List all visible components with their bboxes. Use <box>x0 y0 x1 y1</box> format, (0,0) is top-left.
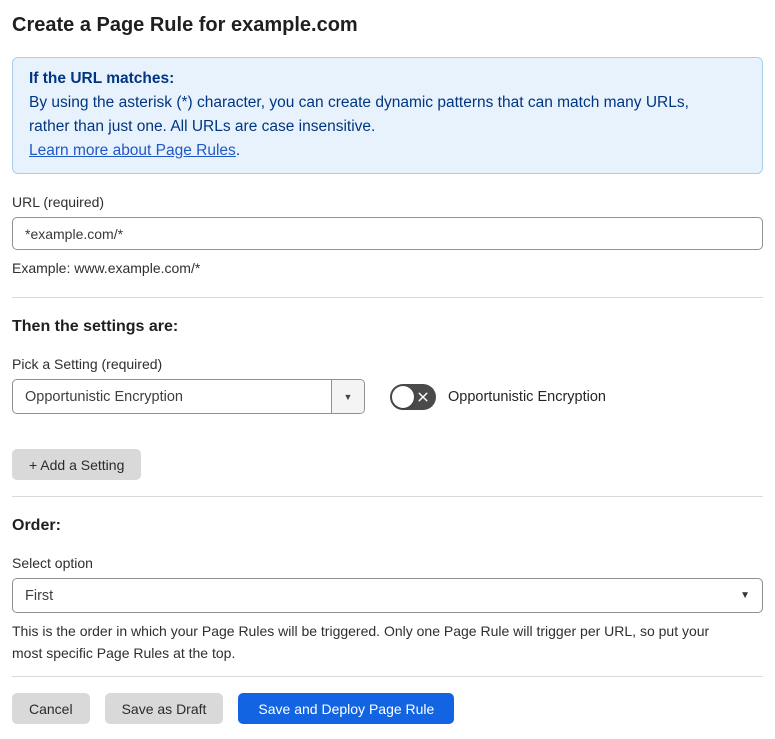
pick-setting-label: Pick a Setting (required) <box>12 356 163 372</box>
order-helper-line: This is the order in which your Page Rul… <box>12 623 710 639</box>
url-matches-info-box: If the URL matches: By using the asteris… <box>12 57 763 174</box>
setting-row: Opportunistic Encryption ▼ Opportunistic… <box>12 379 763 414</box>
url-input[interactable] <box>12 217 763 250</box>
dropdown-arrow-icon[interactable]: ▼ <box>331 380 364 413</box>
divider <box>12 676 763 677</box>
select-chevron-icon: ▼ <box>740 590 750 601</box>
footer-actions: Cancel Save as Draft Save and Deploy Pag… <box>12 693 763 739</box>
learn-more-link[interactable]: Learn more about Page Rules <box>29 142 236 159</box>
order-select[interactable]: First ▼ <box>12 578 763 613</box>
page-title: Create a Page Rule for example.com <box>12 14 358 36</box>
info-box-body-line: By using the asterisk (*) character, you… <box>29 94 689 111</box>
order-select-label: Select option <box>12 555 93 571</box>
settings-section-heading: Then the settings are: <box>12 318 179 335</box>
url-example-helper: Example: www.example.com/* <box>12 260 201 276</box>
opportunistic-encryption-toggle[interactable] <box>390 383 436 410</box>
setting-select[interactable]: Opportunistic Encryption ▼ <box>12 379 365 414</box>
order-helper-text: This is the order in which your Page Rul… <box>12 620 763 664</box>
page-rule-form: Create a Page Rule for example.com If th… <box>0 14 775 739</box>
toggle-x-icon <box>417 391 429 403</box>
divider <box>12 496 763 497</box>
toggle-knob <box>392 385 414 408</box>
save-as-draft-button[interactable]: Save as Draft <box>104 693 224 724</box>
divider <box>12 297 763 298</box>
info-box-heading: If the URL matches: <box>29 70 175 87</box>
add-setting-button[interactable]: + Add a Setting <box>12 449 142 480</box>
order-helper-line: most specific Page Rules at the top. <box>12 645 236 661</box>
info-box-body-line: rather than just one. All URLs are case … <box>29 118 376 135</box>
url-field-label: URL (required) <box>12 194 105 210</box>
order-section-heading: Order: <box>12 517 61 534</box>
order-select-value: First <box>25 587 54 604</box>
setting-select-value: Opportunistic Encryption <box>25 388 183 405</box>
save-and-deploy-button[interactable]: Save and Deploy Page Rule <box>238 693 455 724</box>
toggle-label: Opportunistic Encryption <box>448 388 606 405</box>
cancel-button[interactable]: Cancel <box>12 693 90 724</box>
link-period: . <box>235 142 241 159</box>
info-box-link-line: Learn more about Page Rules. <box>29 139 746 163</box>
